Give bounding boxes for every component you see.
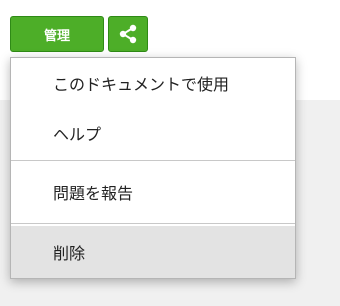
share-button[interactable] <box>108 16 148 52</box>
menu-item-use-in-document[interactable]: このドキュメントで使用 <box>11 58 295 108</box>
dropdown-menu: このドキュメントで使用 ヘルプ 問題を報告 削除 <box>10 57 296 279</box>
menu-item-label: 問題を報告 <box>53 184 134 203</box>
menu-item-delete[interactable]: 削除 <box>11 226 295 278</box>
menu-item-label: 削除 <box>53 244 86 263</box>
manage-button-label: 管理 <box>43 28 70 44</box>
menu-item-report-issue[interactable]: 問題を報告 <box>11 162 295 222</box>
share-icon <box>117 23 139 45</box>
menu-divider <box>11 223 295 224</box>
page: 管理 このドキュメントで使用 ヘルプ 問題を報告 削除 <box>0 0 340 306</box>
menu-item-label: このドキュメントで使用 <box>53 75 230 94</box>
menu-divider <box>11 160 295 161</box>
manage-button[interactable]: 管理 <box>10 16 104 52</box>
menu-item-label: ヘルプ <box>53 125 102 144</box>
menu-item-help[interactable]: ヘルプ <box>11 108 295 158</box>
